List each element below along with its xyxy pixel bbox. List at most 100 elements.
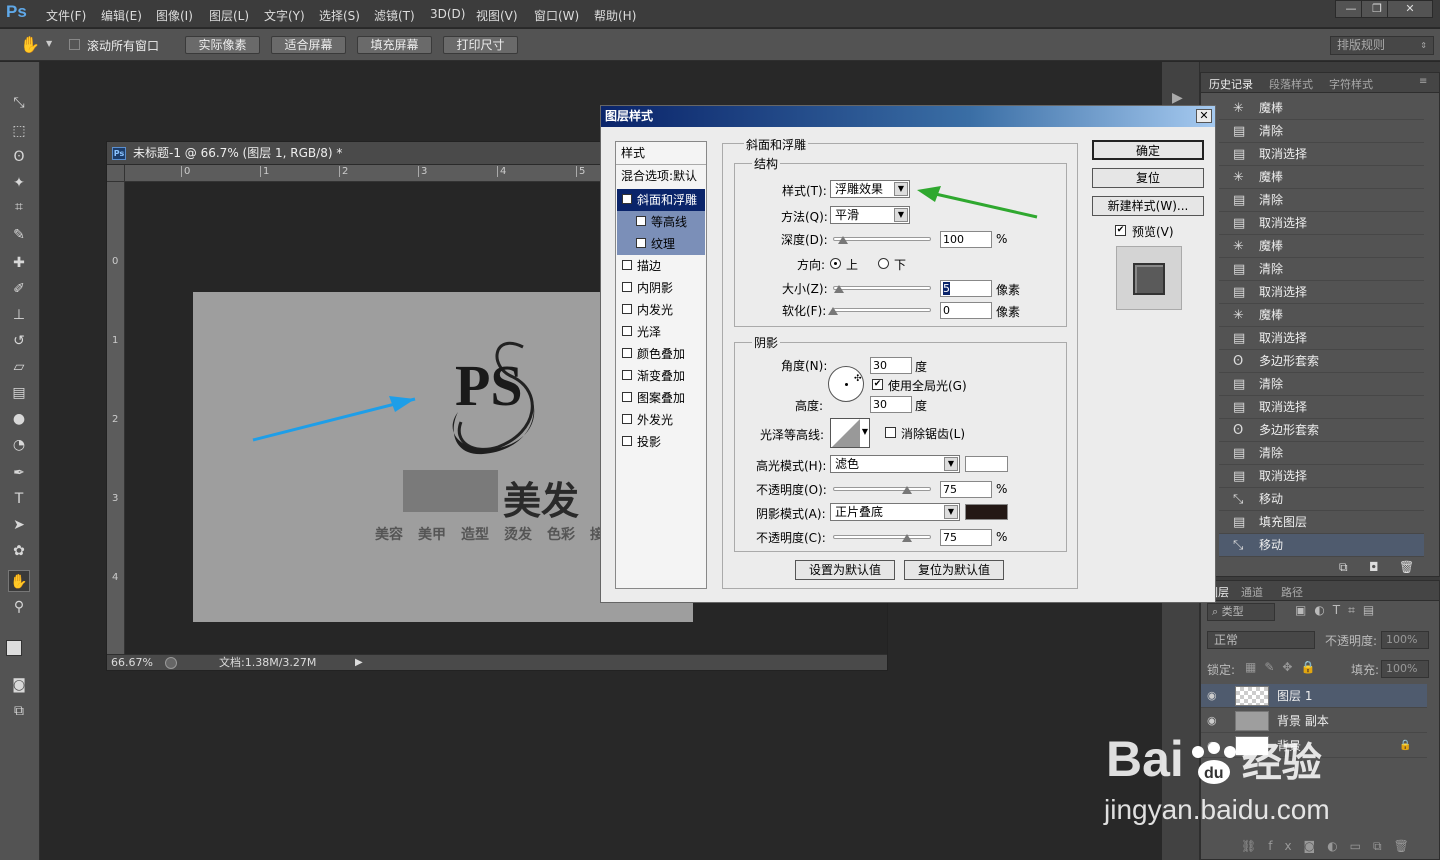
global-light-checkbox[interactable]: ✔ bbox=[872, 379, 883, 390]
depth-slider-thumb[interactable] bbox=[838, 236, 848, 244]
history-item[interactable]: ▤ 取消选择 bbox=[1219, 143, 1424, 166]
bevel-style-select[interactable]: 浮雕效果 ▼ bbox=[830, 180, 910, 198]
style-checkbox[interactable] bbox=[622, 282, 632, 292]
style-item[interactable]: 外发光 bbox=[617, 409, 705, 431]
lock-icons[interactable]: ▦✎✥🔒 bbox=[1245, 660, 1323, 674]
shadow-color-swatch[interactable] bbox=[965, 504, 1008, 520]
layer-footer-icons[interactable]: ⛓fx◙◐▭⧉🗑 bbox=[1241, 839, 1421, 854]
history-item[interactable]: ⤡ 移动 bbox=[1219, 488, 1424, 511]
layer-row[interactable]: ◉ 图层 1 bbox=[1201, 684, 1427, 708]
style-item[interactable]: 光泽 bbox=[617, 321, 705, 343]
highlight-color-swatch[interactable] bbox=[965, 456, 1008, 472]
dodge-icon[interactable]: ◔ bbox=[8, 434, 30, 456]
eyedropper-icon[interactable]: ✎ bbox=[8, 224, 30, 246]
eraser-icon[interactable]: ▱ bbox=[8, 356, 30, 378]
type-icon[interactable]: T bbox=[8, 488, 30, 510]
style-item[interactable]: 纹理 bbox=[617, 233, 705, 255]
style-checkbox[interactable] bbox=[622, 348, 632, 358]
menu-item[interactable]: 视图(V) bbox=[476, 7, 518, 24]
history-item[interactable]: ✳ 魔棒 bbox=[1219, 97, 1424, 120]
history-item[interactable]: ▤ 取消选择 bbox=[1219, 327, 1424, 350]
history-item[interactable]: ▤ 取消选择 bbox=[1219, 281, 1424, 304]
zoom-level[interactable]: 66.67% bbox=[111, 655, 153, 671]
menu-item[interactable]: 文字(Y) bbox=[264, 7, 305, 24]
screen-mode-icon[interactable]: ⧉ bbox=[8, 700, 30, 722]
trash-icon[interactable]: 🗑 bbox=[1399, 560, 1414, 574]
filter-icons[interactable]: ▣◐T⌗▤ bbox=[1295, 603, 1382, 618]
tab-paths[interactable]: 路径 bbox=[1281, 584, 1303, 600]
highlight-opacity-field[interactable]: 75 bbox=[940, 481, 992, 498]
pen-icon[interactable]: ✒ bbox=[8, 462, 30, 484]
angle-field[interactable]: 30 bbox=[870, 357, 912, 374]
menu-item[interactable]: 选择(S) bbox=[319, 7, 360, 24]
new-style-button[interactable]: 新建样式(W)... bbox=[1092, 196, 1204, 216]
direction-down-radio[interactable] bbox=[878, 258, 889, 269]
new-document-icon[interactable]: ⧉ bbox=[1339, 560, 1348, 575]
shadow-opacity-thumb[interactable] bbox=[902, 534, 912, 542]
style-item[interactable]: 内阴影 bbox=[617, 277, 705, 299]
actual-pixels-button[interactable]: 实际像素 bbox=[185, 36, 260, 54]
zoom-icon[interactable]: ⚲ bbox=[8, 596, 30, 618]
antialias-checkbox[interactable] bbox=[885, 427, 896, 438]
style-item[interactable]: 图案叠加 bbox=[617, 387, 705, 409]
tool-preset-arrow-icon[interactable]: ▼ bbox=[46, 39, 52, 48]
quick-mask-icon[interactable]: ◙ bbox=[8, 674, 30, 696]
layer-fill-field[interactable]: 100% bbox=[1381, 660, 1429, 678]
styles-header[interactable]: 样式 bbox=[621, 144, 645, 161]
play-icon[interactable]: ▶ bbox=[1172, 90, 1183, 106]
shadow-opacity-field[interactable]: 75 bbox=[940, 529, 992, 546]
style-item[interactable]: 内发光 bbox=[617, 299, 705, 321]
style-checkbox[interactable] bbox=[622, 392, 632, 402]
history-item[interactable]: ʘ 多边形套索 bbox=[1219, 419, 1424, 442]
history-brush-icon[interactable]: ↺ bbox=[8, 330, 30, 352]
style-checkbox[interactable] bbox=[622, 304, 632, 314]
style-checkbox[interactable] bbox=[622, 436, 632, 446]
crop-icon[interactable]: ⌗ bbox=[8, 196, 30, 218]
fill-screen-button[interactable]: 填充屏幕 bbox=[357, 36, 432, 54]
size-slider-thumb[interactable] bbox=[834, 285, 844, 293]
panel-menu-icon[interactable]: ≡ bbox=[1419, 76, 1427, 87]
path-selection-icon[interactable]: ➤ bbox=[8, 514, 30, 536]
layer-opacity-field[interactable]: 100% bbox=[1381, 631, 1429, 649]
reset-button[interactable]: 复位 bbox=[1092, 168, 1204, 188]
history-item[interactable]: ▤ 取消选择 bbox=[1219, 212, 1424, 235]
menu-item[interactable]: 滤镜(T) bbox=[374, 7, 415, 24]
history-item[interactable]: ▤ 清除 bbox=[1219, 120, 1424, 143]
style-item[interactable]: 描边 bbox=[617, 255, 705, 277]
style-item[interactable]: 投影 bbox=[617, 431, 705, 453]
menu-item[interactable]: 窗口(W) bbox=[534, 7, 579, 24]
highlight-opacity-thumb[interactable] bbox=[902, 486, 912, 494]
set-default-button[interactable]: 设置为默认值 bbox=[795, 560, 895, 580]
tab-channels[interactable]: 通道 bbox=[1241, 584, 1263, 600]
gradient-icon[interactable]: ▤ bbox=[8, 382, 30, 404]
style-checkbox[interactable]: ✔ bbox=[622, 194, 632, 204]
history-item[interactable]: ʘ 多边形套索 bbox=[1219, 350, 1424, 373]
ruler-origin[interactable] bbox=[107, 165, 125, 182]
blend-options-item[interactable]: 混合选项:默认 bbox=[621, 167, 697, 184]
tab-character-styles[interactable]: 字符样式 bbox=[1329, 76, 1373, 92]
menu-item[interactable]: 图层(L) bbox=[209, 7, 249, 24]
blur-icon[interactable]: ● bbox=[8, 408, 30, 430]
shadow-mode-select[interactable]: 正片叠底 ▼ bbox=[830, 503, 960, 521]
fit-screen-button[interactable]: 适合屏幕 bbox=[271, 36, 346, 54]
workspace-select[interactable]: 排版规则 ⇕ bbox=[1330, 36, 1434, 55]
menu-item[interactable]: 帮助(H) bbox=[594, 7, 636, 24]
style-checkbox[interactable] bbox=[622, 370, 632, 380]
style-item[interactable]: 渐变叠加 bbox=[617, 365, 705, 387]
lasso-icon[interactable]: ʘ bbox=[8, 146, 30, 168]
altitude-field[interactable]: 30 bbox=[870, 396, 912, 413]
blend-mode-select[interactable]: 正常 bbox=[1207, 631, 1315, 649]
style-item[interactable]: 等高线 bbox=[617, 211, 705, 233]
clone-stamp-icon[interactable]: ⊥ bbox=[8, 304, 30, 326]
shadow-opacity-slider[interactable] bbox=[833, 535, 931, 539]
tab-history[interactable]: 历史记录 bbox=[1209, 76, 1253, 92]
move-icon[interactable]: ⤡ bbox=[8, 92, 30, 114]
style-checkbox[interactable] bbox=[622, 260, 632, 270]
magic-wand-icon[interactable]: ✦ bbox=[8, 172, 30, 194]
style-checkbox[interactable] bbox=[636, 238, 646, 248]
highlight-opacity-slider[interactable] bbox=[833, 487, 931, 491]
history-item[interactable]: ▤ 填充图层 bbox=[1219, 511, 1424, 534]
direction-up-radio[interactable] bbox=[830, 258, 841, 269]
style-item[interactable]: 颜色叠加 bbox=[617, 343, 705, 365]
hand-tool-icon[interactable]: ✋ bbox=[20, 35, 40, 54]
